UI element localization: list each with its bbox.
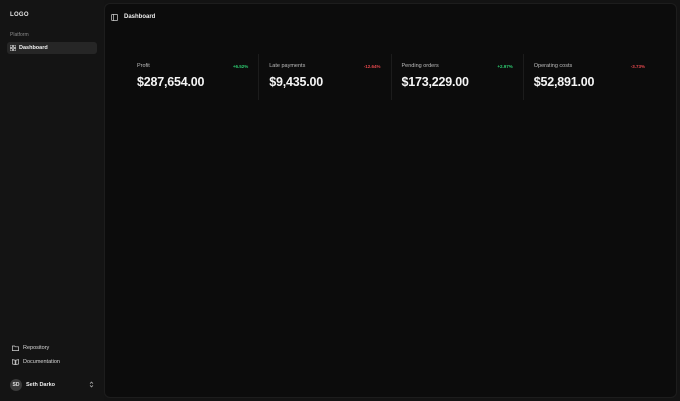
stat-change: -12.64% — [363, 64, 381, 69]
app-root: LOGO Platform Dashboard Repository Docum… — [0, 0, 680, 401]
sidebar-item-label: Dashboard — [19, 45, 48, 51]
page-title: Dashboard — [124, 14, 156, 20]
stat-card-operating-costs: Operating costs -3.73% $52,891.00 — [524, 54, 655, 100]
stat-label: Profit — [137, 63, 150, 69]
stat-value: $287,654.00 — [137, 75, 205, 89]
sidebar-item-dashboard[interactable]: Dashboard — [7, 42, 97, 54]
repository-link[interactable]: Repository — [12, 343, 49, 353]
sidebar: LOGO Platform Dashboard Repository Docum… — [0, 0, 104, 401]
stats-row: Profit +6.52% $287,654.00 Late payments … — [127, 54, 655, 100]
header: Dashboard — [105, 4, 676, 30]
documentation-link[interactable]: Documentation — [12, 357, 60, 367]
stat-card-late-payments: Late payments -12.64% $9,435.00 — [259, 54, 392, 100]
stat-card-pending-orders: Pending orders +2.97% $173,229.00 — [392, 54, 524, 100]
stat-value: $9,435.00 — [269, 75, 324, 89]
user-name: Seth Darko — [26, 382, 56, 388]
stat-change: -3.73% — [630, 64, 645, 69]
stat-label: Pending orders — [401, 63, 439, 69]
folder-icon — [12, 345, 19, 351]
nav-group-label: Platform — [10, 32, 29, 38]
stat-label: Operating costs — [533, 63, 573, 69]
chevron-up-down-icon[interactable] — [89, 381, 94, 388]
documentation-label: Documentation — [23, 359, 60, 365]
stat-card-profit: Profit +6.52% $287,654.00 — [127, 54, 260, 100]
stat-value: $173,229.00 — [401, 75, 470, 89]
repository-label: Repository — [23, 345, 50, 351]
sidebar-toggle-icon[interactable] — [111, 13, 118, 21]
avatar: SD — [10, 379, 22, 391]
main-panel: Dashboard Profit +6.52% $287,654.00 Late… — [104, 3, 677, 398]
stat-value: $52,891.00 — [533, 75, 595, 89]
book-icon — [12, 359, 19, 365]
stat-change: +6.52% — [232, 64, 249, 69]
logo[interactable]: LOGO — [10, 12, 29, 18]
user-menu[interactable]: SD Seth Darko — [10, 378, 94, 392]
stat-change: +2.97% — [497, 64, 513, 69]
grid-icon — [10, 45, 16, 51]
